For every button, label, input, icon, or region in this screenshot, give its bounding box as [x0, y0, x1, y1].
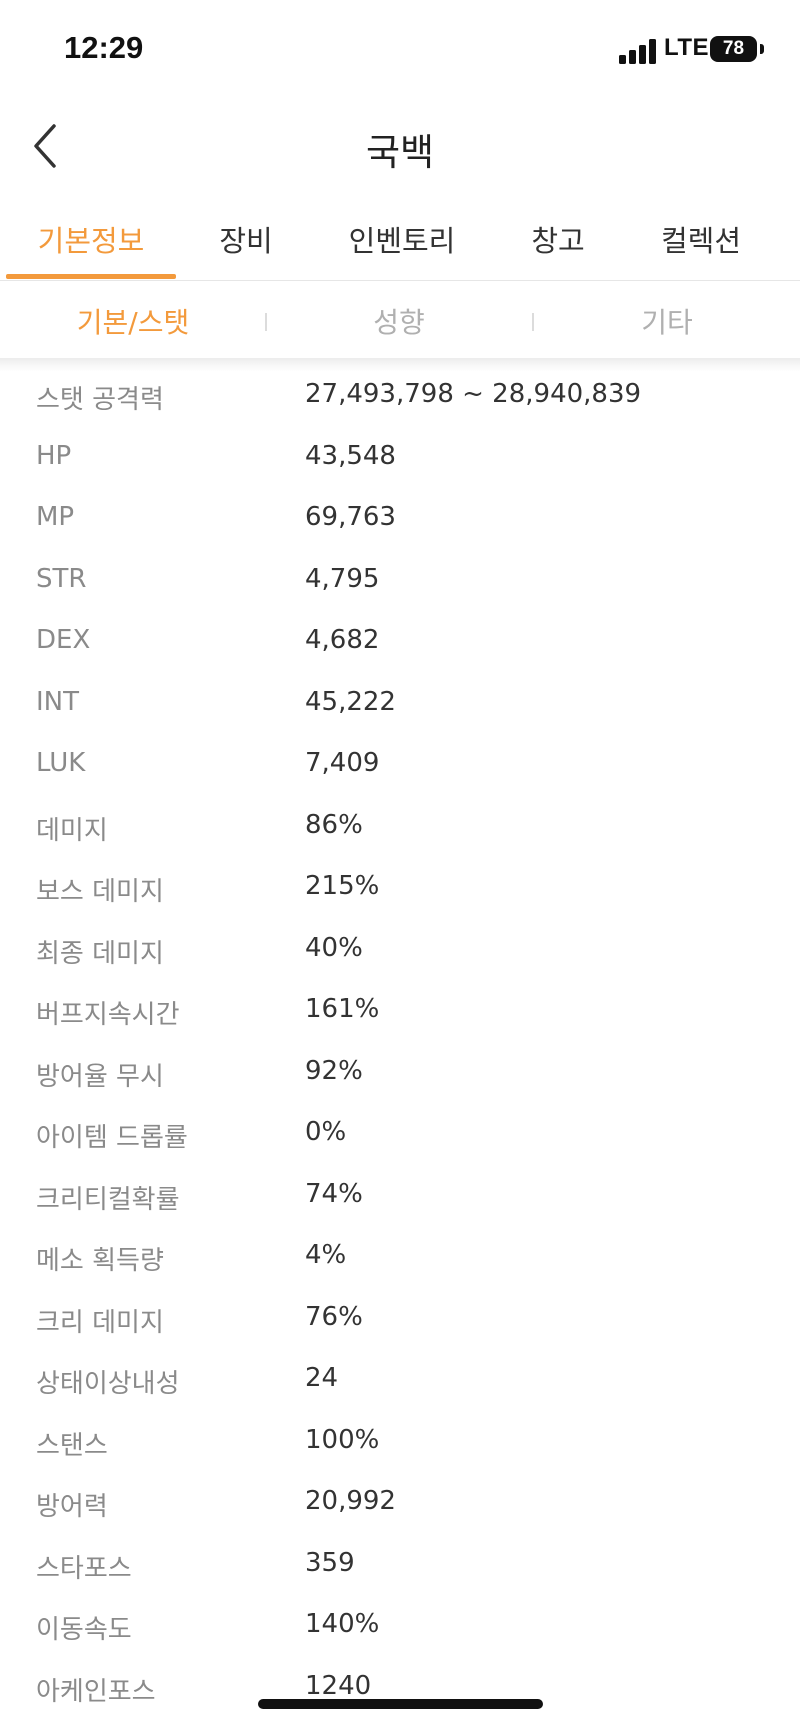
- stat-row: INT 45,222: [0, 673, 800, 735]
- stat-row: DEX 4,682: [0, 611, 800, 673]
- stat-value: 74%: [305, 1178, 363, 1209]
- tab-equipment[interactable]: 장비: [219, 218, 272, 260]
- stat-row: 크리 데미지 76%: [0, 1288, 800, 1350]
- stat-row: 스탠스 100%: [0, 1411, 800, 1473]
- stat-row: 버프지속시간 161%: [0, 980, 800, 1042]
- cellular-signal-icon: [619, 38, 659, 64]
- stat-value: 24: [305, 1363, 339, 1393]
- nav-header: 국백: [0, 100, 800, 192]
- stat-label: MP: [36, 502, 75, 532]
- stats-list: 스탯 공격력 27,493,798 ~ 28,940,839 HP 43,548 M…: [0, 365, 800, 1718]
- battery-icon: 78: [710, 36, 757, 62]
- stat-label: 스탠스: [36, 1430, 108, 1461]
- stat-row: 메소 획득량 4%: [0, 1226, 800, 1288]
- stat-label: 최종 데미지: [36, 938, 164, 969]
- page-title: 국백: [365, 131, 435, 174]
- stat-row: 최종 데미지 40%: [0, 919, 800, 981]
- stat-value: 69,763: [305, 502, 396, 532]
- stat-value: 7,409: [305, 748, 380, 778]
- stat-value: 140%: [305, 1609, 380, 1639]
- stat-label: 스타포스: [36, 1553, 132, 1584]
- subtab-basic-stats[interactable]: 기본/스탯: [77, 301, 189, 341]
- tab-storage[interactable]: 창고: [531, 218, 584, 260]
- stat-label: 아케인포스: [36, 1676, 156, 1707]
- subtab-propensity[interactable]: 성향: [373, 301, 425, 341]
- stat-label: 크리 데미지: [36, 1307, 164, 1338]
- sub-tabs: 기본/스탯 성향 기타: [0, 281, 800, 361]
- subtab-divider: [265, 313, 267, 331]
- stat-value: 20,992: [305, 1486, 396, 1516]
- stat-row: 방어력 20,992: [0, 1472, 800, 1534]
- main-tabs: 기본정보 장비 인벤토리 창고 컬렉션: [0, 200, 800, 281]
- stat-value: 4,795: [305, 563, 380, 594]
- stat-label: STR: [36, 563, 87, 594]
- stat-value: 161%: [305, 994, 380, 1024]
- stat-row: 상태이상내성 24: [0, 1349, 800, 1411]
- tab-collection[interactable]: 컬렉션: [661, 218, 741, 260]
- stat-value: 1240: [305, 1670, 372, 1701]
- network-type: LTE: [664, 34, 710, 61]
- stat-label: INT: [36, 686, 79, 717]
- active-tab-indicator: [6, 274, 176, 279]
- stat-label: 이동속도: [36, 1615, 132, 1645]
- stat-value: 86%: [305, 809, 363, 840]
- stat-row: 스탯 공격력 27,493,798 ~ 28,940,839: [0, 365, 800, 427]
- battery-tip: [760, 44, 764, 54]
- tab-basic-info[interactable]: 기본정보: [38, 218, 145, 260]
- stat-value: 92%: [305, 1055, 363, 1086]
- stat-label: 아이템 드롭률: [36, 1123, 188, 1153]
- stat-row: HP 43,548: [0, 427, 800, 489]
- stat-row: 보스 데미지 215%: [0, 857, 800, 919]
- home-indicator[interactable]: [258, 1699, 543, 1709]
- battery-level: 78: [722, 38, 745, 59]
- stat-row: 데미지 86%: [0, 796, 800, 858]
- stat-row: LUK 7,409: [0, 734, 800, 796]
- stat-label: 스탯 공격력: [36, 385, 164, 415]
- stat-value: 76%: [305, 1301, 363, 1332]
- stat-row: STR 4,795: [0, 550, 800, 612]
- stat-row: MP 69,763: [0, 488, 800, 550]
- stat-label: 데미지: [36, 815, 108, 846]
- stat-value: 45,222: [305, 686, 396, 717]
- stat-value: 43,548: [305, 440, 396, 471]
- status-bar: 12:29 LTE 78: [0, 0, 800, 100]
- stat-value: 0%: [305, 1117, 347, 1147]
- stat-label: 방어력: [36, 1492, 108, 1522]
- stat-label: 상태이상내성: [36, 1369, 180, 1399]
- stat-row: 스타포스 359: [0, 1534, 800, 1596]
- stat-value: 4,682: [305, 625, 380, 655]
- subtab-etc[interactable]: 기타: [641, 301, 693, 341]
- stat-label: LUK: [36, 748, 86, 778]
- stat-label: 버프지속시간: [36, 1000, 180, 1030]
- stat-row: 방어율 무시 92%: [0, 1042, 800, 1104]
- stat-value: 215%: [305, 871, 380, 901]
- stat-value: 27,493,798 ~ 28,940,839: [305, 379, 642, 409]
- stat-row: 크리티컬확률 74%: [0, 1165, 800, 1227]
- stat-value: 100%: [305, 1424, 380, 1455]
- stat-label: 메소 획득량: [36, 1246, 164, 1276]
- tab-inventory[interactable]: 인벤토리: [349, 218, 456, 260]
- stat-value: 40%: [305, 932, 363, 963]
- stat-label: 크리티컬확률: [36, 1184, 180, 1215]
- stat-row: 아이템 드롭률 0%: [0, 1103, 800, 1165]
- stat-value: 359: [305, 1547, 355, 1578]
- status-time: 12:29: [64, 30, 144, 65]
- stat-row: 이동속도 140%: [0, 1595, 800, 1657]
- stat-label: HP: [36, 440, 72, 471]
- stat-label: 방어율 무시: [36, 1061, 164, 1092]
- stat-label: DEX: [36, 625, 91, 655]
- stat-label: 보스 데미지: [36, 877, 164, 907]
- subtab-divider: [532, 313, 534, 331]
- stat-value: 4%: [305, 1240, 347, 1270]
